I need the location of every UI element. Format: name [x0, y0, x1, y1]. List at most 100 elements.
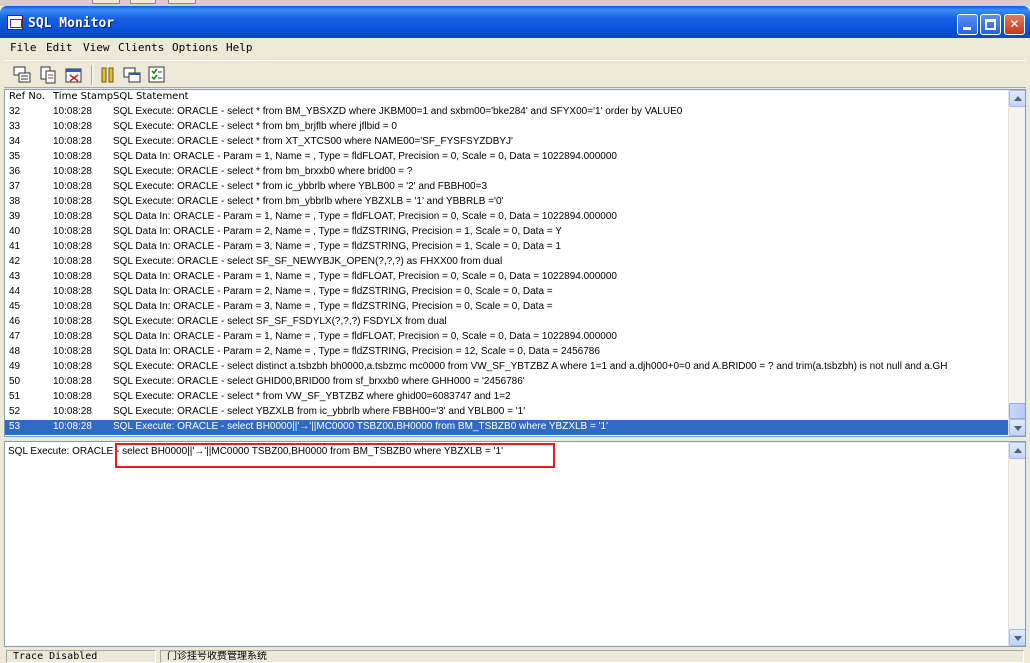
statement-detail-panel[interactable]: SQL Execute: ORACLE - select BH0000||'→'… [4, 441, 1026, 647]
save-log-icon [13, 66, 31, 83]
minimize-icon [963, 27, 971, 30]
log-row[interactable]: 37 10:08:28 SQL Execute: ORACLE - select *… [5, 180, 1009, 195]
row-sql-statement: SQL Execute: ORACLE - select GHID00,BRID… [113, 376, 525, 387]
row-sql-statement: SQL Data In: ORACLE - Param = 2, Name = … [113, 346, 600, 357]
pause-button[interactable] [98, 65, 118, 85]
menu-clients[interactable]: Clients [118, 41, 164, 54]
log-row[interactable]: 52 10:08:28 SQL Execute: ORACLE - select Y… [5, 405, 1009, 420]
save-log-button[interactable] [12, 65, 32, 85]
options-button[interactable] [147, 65, 167, 85]
row-ref-no: 48 [9, 346, 21, 357]
log-row[interactable]: 38 10:08:28 SQL Execute: ORACLE - select *… [5, 195, 1009, 210]
row-ref-no: 33 [9, 121, 21, 132]
log-row[interactable]: 51 10:08:28 SQL Execute: ORACLE - select *… [5, 390, 1009, 405]
tile-button[interactable] [122, 65, 142, 85]
minimize-button[interactable] [957, 14, 978, 35]
row-sql-statement: SQL Data In: ORACLE - Param = 1, Name = … [113, 211, 617, 222]
log-row[interactable]: 44 10:08:28 SQL Data In: ORACLE - Param = … [5, 285, 1009, 300]
row-ref-no: 35 [9, 151, 21, 162]
row-ref-no: 50 [9, 376, 21, 387]
row-timestamp: 10:08:28 [53, 391, 92, 402]
scroll-thumb[interactable] [1009, 403, 1025, 419]
menu-bar: File Edit View Clients Options Help [4, 38, 1026, 58]
app-icon [7, 15, 23, 30]
row-timestamp: 10:08:28 [53, 241, 92, 252]
scroll-up-button[interactable] [1009, 442, 1025, 459]
log-row[interactable]: 48 10:08:28 SQL Data In: ORACLE - Param = … [5, 345, 1009, 360]
menu-help[interactable]: Help [226, 41, 253, 54]
copy-icon [40, 66, 56, 84]
row-sql-statement: SQL Data In: ORACLE - Param = 3, Name = … [113, 241, 561, 252]
row-sql-statement: SQL Data In: ORACLE - Param = 1, Name = … [113, 331, 617, 342]
clear-icon [65, 68, 82, 83]
row-sql-statement: SQL Data In: ORACLE - Param = 1, Name = … [113, 271, 617, 282]
close-button[interactable]: ✕ [1004, 14, 1025, 35]
scroll-down-button[interactable] [1009, 419, 1025, 436]
sql-log-list[interactable]: Ref No. Time Stamp SQL Statement 32 10:08… [4, 89, 1026, 437]
row-timestamp: 10:08:28 [53, 316, 92, 327]
log-row[interactable]: 43 10:08:28 SQL Data In: ORACLE - Param = … [5, 270, 1009, 285]
log-row[interactable]: 46 10:08:28 SQL Execute: ORACLE - select S… [5, 315, 1009, 330]
row-timestamp: 10:08:28 [53, 376, 92, 387]
log-row[interactable]: 41 10:08:28 SQL Data In: ORACLE - Param = … [5, 240, 1009, 255]
scroll-up-button[interactable] [1009, 90, 1025, 107]
log-row[interactable]: 34 10:08:28 SQL Execute: ORACLE - select *… [5, 135, 1009, 150]
log-row[interactable]: 45 10:08:28 SQL Data In: ORACLE - Param = … [5, 300, 1009, 315]
row-sql-statement: SQL Execute: ORACLE - select * from bm_b… [113, 166, 413, 177]
row-ref-no: 37 [9, 181, 21, 192]
log-row[interactable]: 50 10:08:28 SQL Execute: ORACLE - select G… [5, 375, 1009, 390]
row-sql-statement: SQL Execute: ORACLE - select * from bm_y… [113, 196, 504, 207]
list-vertical-scrollbar[interactable] [1008, 90, 1025, 436]
menu-file[interactable]: File [10, 41, 37, 54]
row-ref-no: 49 [9, 361, 21, 372]
row-timestamp: 10:08:28 [53, 331, 92, 342]
row-ref-no: 46 [9, 316, 21, 327]
scroll-down-button[interactable] [1009, 629, 1025, 646]
log-row[interactable]: 53 10:08:28 SQL Execute: ORACLE - select B… [5, 420, 1009, 435]
row-sql-statement: SQL Execute: ORACLE - select * from XT_X… [113, 136, 513, 147]
log-row[interactable]: 42 10:08:28 SQL Execute: ORACLE - select S… [5, 255, 1009, 270]
column-header-ref[interactable]: Ref No. [9, 91, 45, 102]
row-timestamp: 10:08:28 [53, 136, 92, 147]
background-tab [168, 0, 196, 4]
log-row[interactable]: 47 10:08:28 SQL Data In: ORACLE - Param = … [5, 330, 1009, 345]
toolbar-separator [91, 65, 93, 85]
log-row[interactable]: 35 10:08:28 SQL Data In: ORACLE - Param = … [5, 150, 1009, 165]
row-ref-no: 45 [9, 301, 21, 312]
column-header-time[interactable]: Time Stamp [53, 91, 113, 102]
row-timestamp: 10:08:28 [53, 106, 92, 117]
menu-options[interactable]: Options [172, 41, 218, 54]
log-row[interactable]: 33 10:08:28 SQL Execute: ORACLE - select *… [5, 120, 1009, 135]
row-ref-no: 52 [9, 406, 21, 417]
detail-vertical-scrollbar[interactable] [1008, 442, 1025, 646]
row-timestamp: 10:08:28 [53, 346, 92, 357]
menu-view[interactable]: View [83, 41, 110, 54]
row-sql-statement: SQL Data In: ORACLE - Param = 2, Name = … [113, 286, 553, 297]
row-timestamp: 10:08:28 [53, 226, 92, 237]
row-timestamp: 10:08:28 [53, 256, 92, 267]
log-row[interactable]: 39 10:08:28 SQL Data In: ORACLE - Param = … [5, 210, 1009, 225]
row-ref-no: 41 [9, 241, 21, 252]
highlight-annotation-box [115, 443, 555, 468]
clear-button[interactable] [64, 65, 84, 85]
row-timestamp: 10:08:28 [53, 181, 92, 192]
row-ref-no: 42 [9, 256, 21, 267]
log-row[interactable]: 36 10:08:28 SQL Execute: ORACLE - select *… [5, 165, 1009, 180]
column-header-statement[interactable]: SQL Statement [113, 91, 189, 102]
log-row[interactable]: 40 10:08:28 SQL Data In: ORACLE - Param = … [5, 225, 1009, 240]
options-icon [148, 66, 165, 83]
row-timestamp: 10:08:28 [53, 121, 92, 132]
arrow-up-icon [1014, 96, 1022, 101]
log-row[interactable]: 49 10:08:28 SQL Execute: ORACLE - select d… [5, 360, 1009, 375]
maximize-button[interactable] [980, 14, 1001, 35]
row-sql-statement: SQL Data In: ORACLE - Param = 3, Name = … [113, 301, 553, 312]
title-bar[interactable]: SQL Monitor ✕ [0, 6, 1030, 38]
row-timestamp: 10:08:28 [53, 196, 92, 207]
log-row[interactable]: 32 10:08:28 SQL Execute: ORACLE - select *… [5, 105, 1009, 120]
menu-edit[interactable]: Edit [46, 41, 73, 54]
close-icon: ✕ [1009, 17, 1020, 31]
row-timestamp: 10:08:28 [53, 361, 92, 372]
copy-button[interactable] [38, 65, 58, 85]
row-ref-no: 44 [9, 286, 21, 297]
row-sql-statement: SQL Execute: ORACLE - select * from ic_y… [113, 181, 488, 192]
